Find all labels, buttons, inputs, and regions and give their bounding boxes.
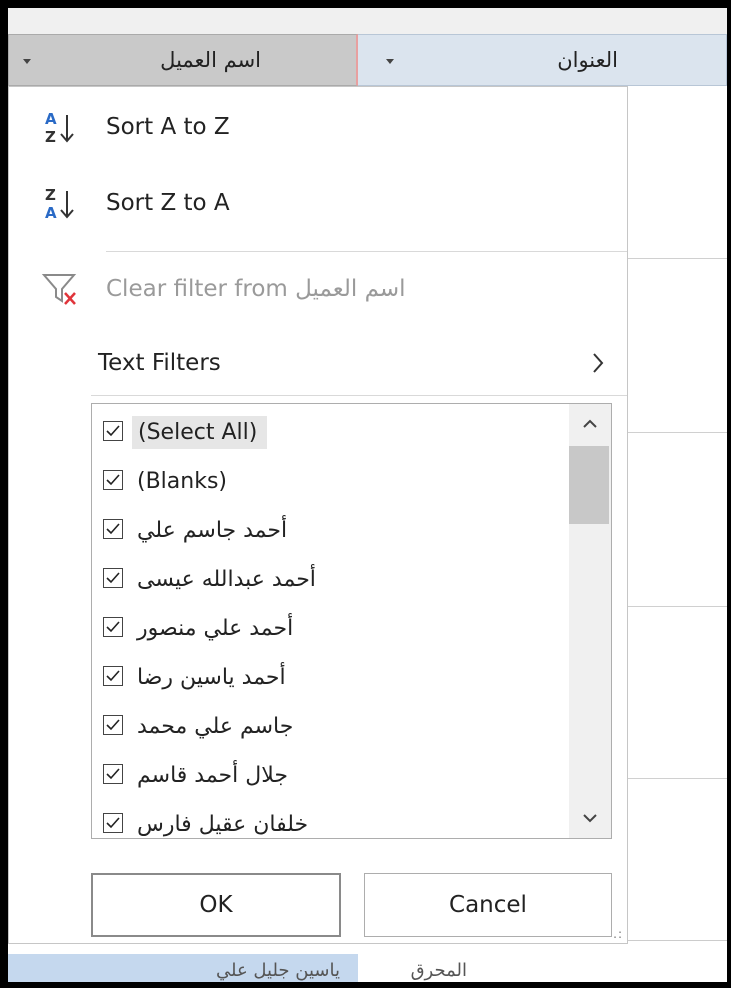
sort-ascending-icon: A Z <box>45 110 74 146</box>
row-divider <box>628 778 727 779</box>
row-divider <box>628 432 727 433</box>
row-divider <box>628 258 727 259</box>
checkbox-checked-icon[interactable] <box>103 666 123 686</box>
menu-item-label: Sort Z to A <box>106 190 230 216</box>
chevron-right-icon <box>593 353 604 373</box>
resize-grip-icon[interactable]: .: <box>613 927 623 941</box>
list-item[interactable]: أحمد عبدالله عيسى <box>92 557 570 601</box>
menu-separator <box>91 395 627 396</box>
list-item-label: أحمد علي منصور <box>137 615 294 641</box>
table-cell[interactable]: ياسين جليل علي <box>8 954 358 982</box>
list-item-label: جاسم علي محمد <box>137 713 294 739</box>
ok-button[interactable]: OK <box>91 873 341 937</box>
checkbox-checked-icon[interactable] <box>103 421 123 441</box>
list-item-label: (Blanks) <box>137 468 227 494</box>
menu-item-label: Text Filters <box>98 350 221 376</box>
checkbox-checked-icon[interactable] <box>103 813 123 833</box>
list-item-label: أحمد عبدالله عيسى <box>137 566 316 592</box>
list-item-label: أحمد جاسم علي <box>137 517 288 543</box>
svg-text:A: A <box>45 204 57 222</box>
list-item[interactable]: جلال أحمد قاسم <box>92 753 570 797</box>
cancel-button[interactable]: Cancel <box>364 873 612 937</box>
column-header-label: العنوان <box>557 48 618 72</box>
list-item-label: (Select All) <box>132 415 268 449</box>
clear-filter-icon <box>41 274 77 305</box>
list-item[interactable]: (Select All) <box>92 410 570 454</box>
menu-item-label: Clear filter from اسم العميل <box>106 276 406 302</box>
list-item-label: أحمد ياسين رضا <box>137 664 286 690</box>
sort-z-to-a-item[interactable]: Z A Sort Z to A <box>9 173 627 233</box>
list-item[interactable]: جاسم علي محمد <box>92 704 570 748</box>
scrollbar-thumb[interactable] <box>569 446 609 524</box>
chevron-down-icon <box>583 814 597 823</box>
text-filters-item[interactable]: Text Filters <box>9 333 627 393</box>
list-item-label: جلال أحمد قاسم <box>137 762 288 788</box>
list-item[interactable]: أحمد ياسين رضا <box>92 655 570 699</box>
filter-menu: A Z Sort A to Z Z A Sort Z to A Clear fi… <box>8 86 628 944</box>
svg-text:Z: Z <box>45 128 56 146</box>
vertical-scrollbar[interactable] <box>569 404 611 838</box>
table-cell[interactable]: المحرق <box>358 954 727 982</box>
list-item[interactable]: خلفان عقيل فارس <box>92 802 570 838</box>
list-item[interactable]: أحمد علي منصور <box>92 606 570 650</box>
list-item[interactable]: (Blanks) <box>92 459 570 503</box>
menu-item-label: Sort A to Z <box>106 114 230 140</box>
scroll-down-button[interactable] <box>569 798 611 838</box>
chevron-up-icon <box>583 419 597 428</box>
sort-a-to-z-item[interactable]: A Z Sort A to Z <box>9 97 627 157</box>
checkbox-checked-icon[interactable] <box>103 715 123 735</box>
app-window: اسم العميل العنوان ياسين جليل علي المحرق… <box>8 8 727 982</box>
toolbar-strip <box>8 8 727 35</box>
checkbox-checked-icon[interactable] <box>103 470 123 490</box>
filter-values-list[interactable]: (Select All) (Blanks) أحمد جاسم علي أحمد عب… <box>91 403 612 839</box>
checkbox-checked-icon[interactable] <box>103 519 123 539</box>
scroll-up-button[interactable] <box>569 404 611 444</box>
sort-descending-icon: Z A <box>45 186 74 222</box>
checkbox-checked-icon[interactable] <box>103 764 123 784</box>
checkbox-checked-icon[interactable] <box>103 568 123 588</box>
list-item-label: خلفان عقيل فارس <box>137 811 309 837</box>
clear-filter-item: Clear filter from اسم العميل <box>9 259 627 319</box>
svg-text:A: A <box>45 110 57 128</box>
menu-separator <box>106 251 627 252</box>
svg-text:Z: Z <box>45 186 56 204</box>
column-header-address[interactable]: العنوان <box>358 34 727 86</box>
filter-dropdown-icon[interactable] <box>386 59 394 64</box>
column-header-customer-name[interactable]: اسم العميل <box>8 34 358 86</box>
list-item[interactable]: أحمد جاسم علي <box>92 508 570 552</box>
filter-dropdown-icon[interactable] <box>23 59 31 64</box>
row-divider <box>628 606 727 607</box>
checkbox-checked-icon[interactable] <box>103 617 123 637</box>
column-header-label: اسم العميل <box>160 48 261 72</box>
